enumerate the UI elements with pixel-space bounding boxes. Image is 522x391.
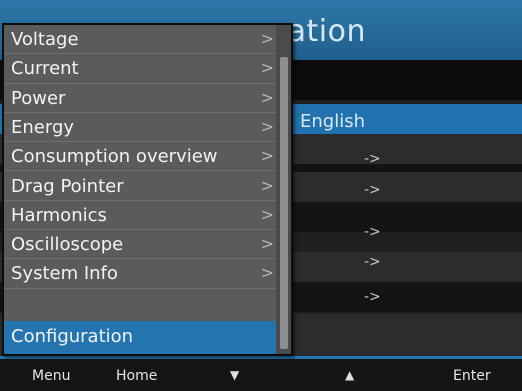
menu-item-consumption-overview[interactable]: Consumption overview >: [4, 142, 276, 172]
chevron-right-icon: >: [260, 29, 274, 48]
menu-item-drag-pointer[interactable]: Drag Pointer >: [4, 172, 276, 201]
home-softkey[interactable]: Home: [116, 368, 157, 384]
menu-item-label: Current: [11, 58, 79, 80]
device-screen: Configuration English -> -> -> -> -> Men…: [0, 0, 522, 391]
chevron-right-icon: >: [260, 87, 274, 107]
menu-item-label: Harmonics: [11, 204, 107, 226]
menu-item-label: Energy: [11, 116, 75, 138]
chevron-right-icon: >: [260, 58, 274, 78]
down-arrow-icon[interactable]: ▼: [230, 368, 239, 382]
arrow-icon: ->: [364, 182, 381, 198]
menu-item-harmonics[interactable]: Harmonics >: [4, 201, 276, 231]
menu-item-current[interactable]: Current >: [4, 54, 276, 84]
menu-item-voltage[interactable]: Voltage >: [4, 25, 276, 55]
menu-item-label: Oscilloscope: [11, 234, 124, 256]
up-arrow-icon[interactable]: ▲: [345, 368, 354, 382]
menu-item-energy[interactable]: Energy >: [4, 113, 276, 143]
chevron-right-icon: >: [260, 146, 274, 166]
menu-scrollbar-thumb[interactable]: [280, 57, 288, 349]
softkey-bar: Menu Home ▼ ▲ Enter: [0, 359, 522, 391]
main-menu-popup: Voltage > Current > Power > Energy > Con…: [2, 23, 293, 356]
menu-item-label: Configuration: [11, 326, 134, 347]
menu-item-oscilloscope[interactable]: Oscilloscope >: [4, 230, 276, 260]
menu-item-system-info[interactable]: System Info >: [4, 259, 276, 289]
arrow-icon: ->: [364, 254, 381, 270]
menu-item-power[interactable]: Power >: [4, 84, 276, 113]
chevron-right-icon: >: [260, 175, 274, 195]
chevron-right-icon: >: [260, 263, 274, 283]
menu-softkey[interactable]: Menu: [32, 368, 70, 384]
arrow-icon: ->: [364, 289, 381, 305]
menu-item-label: Consumption overview: [11, 146, 218, 168]
menu-item-label: System Info: [11, 263, 118, 285]
menu-item-label: Voltage: [11, 29, 79, 50]
menu-item-label: Drag Pointer: [11, 175, 124, 197]
chevron-right-icon: >: [260, 116, 274, 136]
menu-item-configuration[interactable]: Configuration: [4, 321, 276, 354]
arrow-icon: ->: [364, 224, 381, 240]
language-value: English: [300, 111, 365, 132]
enter-softkey[interactable]: Enter: [453, 368, 491, 384]
chevron-right-icon: >: [260, 204, 274, 224]
chevron-right-icon: >: [260, 234, 274, 254]
menu-item-label: Power: [11, 87, 66, 109]
